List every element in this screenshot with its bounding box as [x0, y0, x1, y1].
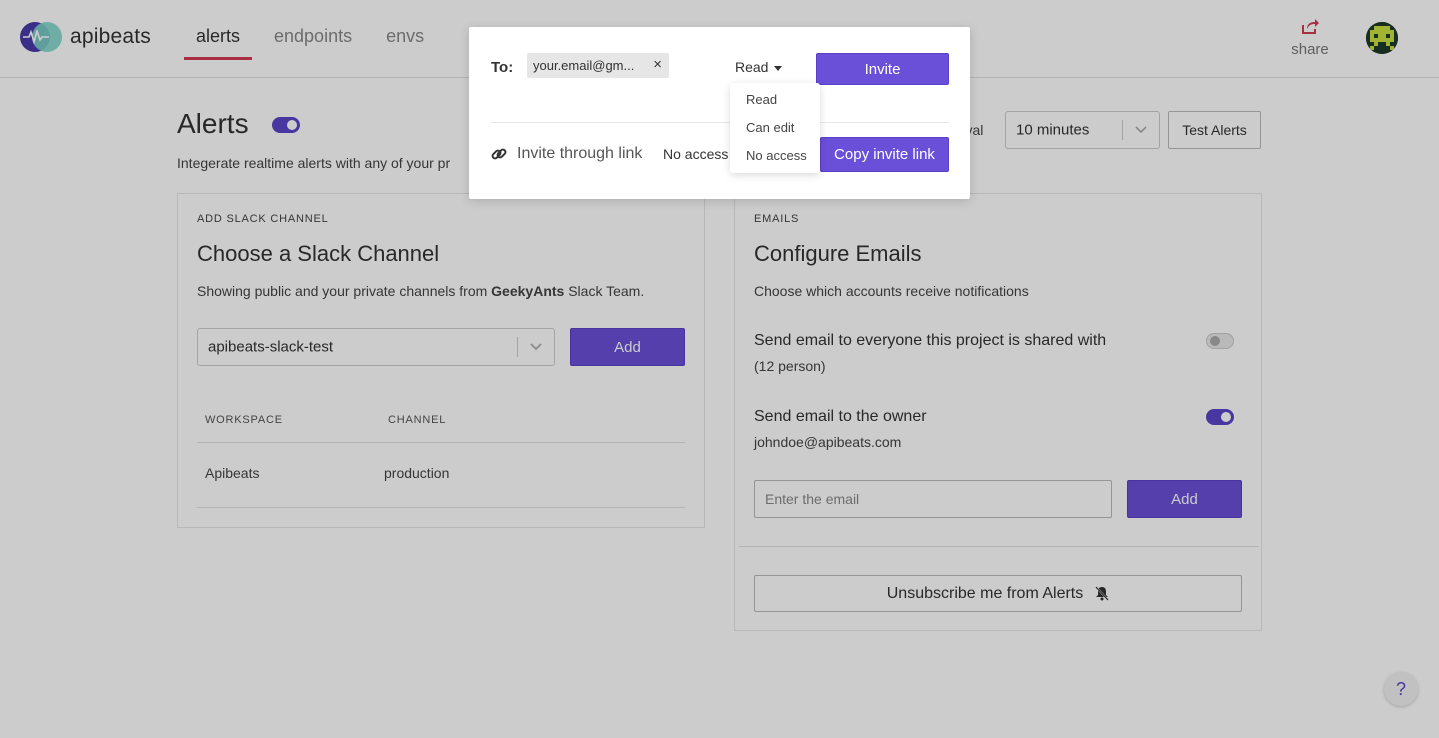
menu-item-read[interactable]: Read [746, 92, 777, 107]
permission-menu: Read Can edit No access [730, 83, 820, 173]
permission-value: Read [735, 59, 769, 75]
email-chip: your.email@gm... × [527, 53, 669, 78]
menu-item-can-edit[interactable]: Can edit [746, 120, 794, 135]
link-permission-dropdown[interactable]: No access [663, 146, 728, 162]
menu-item-no-access[interactable]: No access [746, 148, 807, 163]
email-chip-text: your.email@gm... [533, 58, 635, 73]
caret-down-icon [774, 65, 783, 71]
share-modal: To: your.email@gm... × Read Invite Invit… [469, 27, 970, 199]
invite-button[interactable]: Invite [816, 53, 949, 85]
invite-link-label: Invite through link [517, 145, 643, 162]
link-icon [491, 148, 507, 160]
copy-invite-link-button[interactable]: Copy invite link [820, 137, 949, 172]
chip-remove-icon[interactable]: × [653, 56, 662, 73]
to-label: To: [491, 59, 514, 76]
permission-dropdown[interactable]: Read [735, 59, 783, 75]
